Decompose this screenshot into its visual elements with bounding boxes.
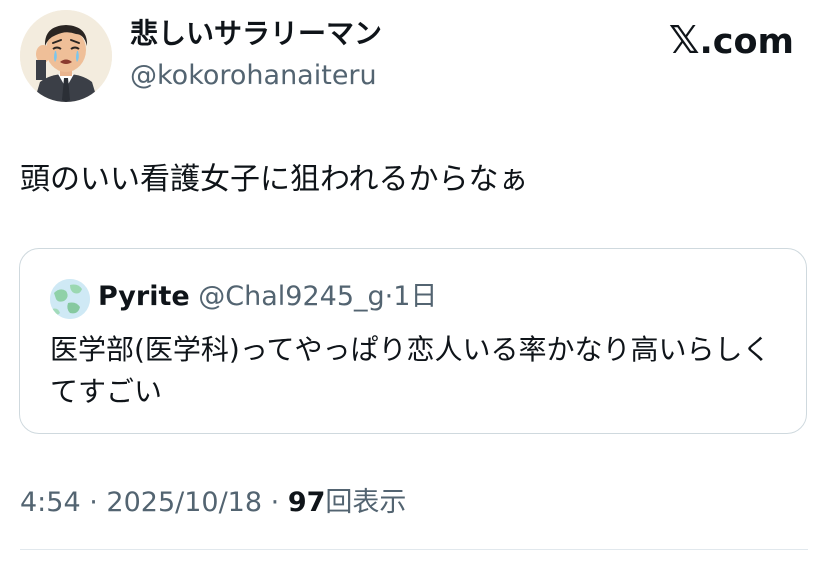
author-avatar[interactable]	[20, 10, 112, 102]
quoted-post-age[interactable]: 1日	[393, 281, 437, 312]
views-count[interactable]: 97	[288, 487, 326, 518]
quoted-author-avatar[interactable]	[50, 279, 90, 319]
x-logo-icon: 𝕏	[668, 18, 700, 62]
quoted-author-display-name[interactable]: Pyrite	[98, 281, 190, 312]
crying-salaryman-icon	[20, 10, 112, 102]
quoted-meta-separator: ·	[384, 281, 394, 312]
post-time[interactable]: 4:54	[20, 487, 81, 518]
quoted-author-handle[interactable]: @Chal9245_g	[198, 281, 384, 312]
quoted-post-header: Pyrite @Chal9245_g·1日	[98, 277, 437, 317]
brand-domain: .com	[699, 22, 794, 62]
divider	[20, 549, 808, 550]
post-text: 頭のいい看護女子に狙われるからなぁ	[20, 162, 529, 197]
meta-separator: ·	[89, 487, 98, 518]
globe-map-icon	[50, 279, 90, 319]
post-meta: 4:54 · 2025/10/18 · 97回表示	[20, 483, 406, 523]
views-label: 回表示	[325, 487, 407, 518]
quoted-post-text: 医学部(医学科)ってやっぱり恋人いる率かなり高いらしくてすごい	[50, 333, 771, 408]
meta-separator-2: ·	[270, 487, 280, 518]
author-handle[interactable]: @kokorohanaiteru	[130, 58, 377, 94]
brand-logo: 𝕏.com	[669, 20, 794, 62]
author-display-name[interactable]: 悲しいサラリーマン	[130, 14, 382, 54]
post-date[interactable]: 2025/10/18	[106, 487, 262, 518]
post-card: 悲しいサラリーマン @kokorohanaiteru 𝕏.com 頭のいい看護女…	[0, 0, 828, 566]
quoted-post-card[interactable]: Pyrite @Chal9245_g·1日 医学部(医学科)ってやっぱり恋人いる…	[19, 248, 807, 434]
